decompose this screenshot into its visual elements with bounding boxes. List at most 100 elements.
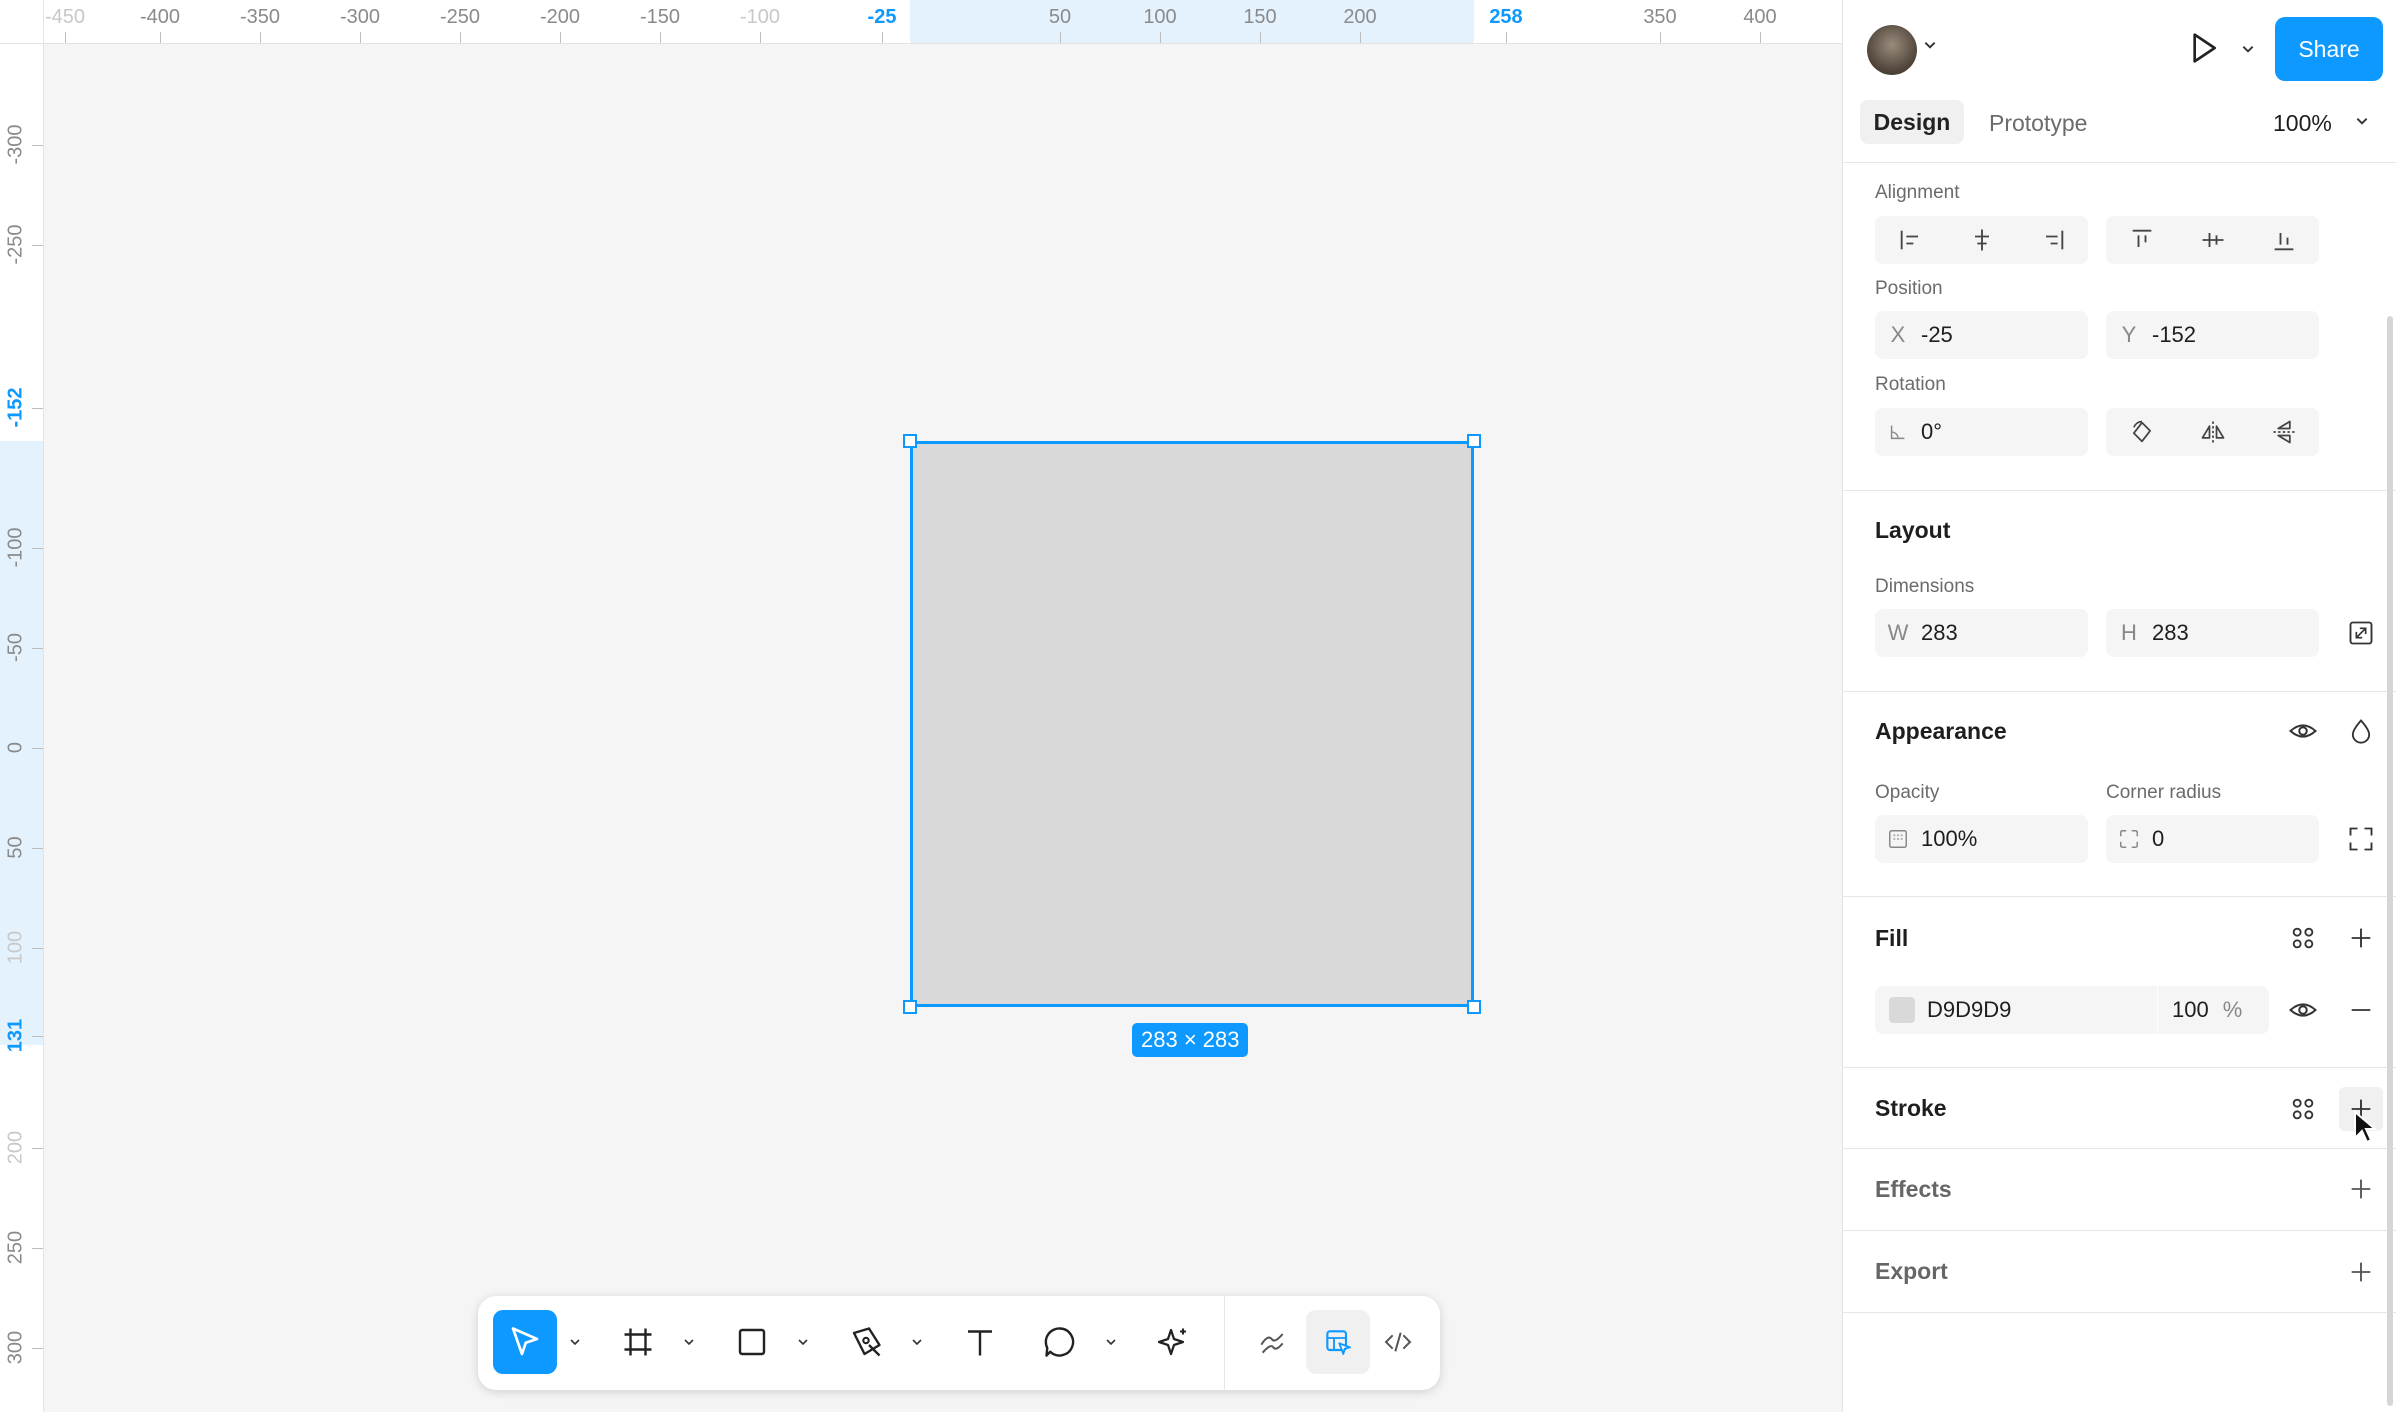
constrain-proportions-button[interactable] bbox=[2341, 613, 2381, 653]
blend-mode-button[interactable] bbox=[2341, 711, 2381, 751]
design-mode-icon bbox=[1326, 1330, 1351, 1355]
avatar[interactable] bbox=[1867, 25, 1917, 75]
export-title[interactable]: Export bbox=[1875, 1258, 1948, 1285]
panel-scrollbar[interactable] bbox=[2387, 316, 2393, 1406]
corner-radius-field[interactable]: 0 bbox=[2106, 815, 2319, 863]
effects-title[interactable]: Effects bbox=[1875, 1176, 1952, 1203]
move-tool-caret[interactable] bbox=[566, 1330, 584, 1354]
add-fill-button[interactable] bbox=[2341, 918, 2381, 958]
ai-actions-tool-button[interactable] bbox=[1142, 1310, 1206, 1374]
ruler-top-label: 400 bbox=[1743, 6, 1777, 28]
chevron-down-icon bbox=[912, 1339, 922, 1346]
ruler-top-tick bbox=[660, 32, 661, 43]
mouse-cursor-icon bbox=[2353, 1110, 2379, 1144]
fill-styles-button[interactable] bbox=[2283, 918, 2323, 958]
fill-field-divider bbox=[2157, 986, 2158, 1034]
align-top-button[interactable] bbox=[2106, 216, 2177, 264]
present-button[interactable] bbox=[2183, 28, 2223, 68]
zoom-menu-caret[interactable] bbox=[2355, 116, 2369, 126]
resize-to-fit-icon bbox=[2349, 621, 2373, 645]
ruler-top-label: -25 bbox=[867, 6, 897, 28]
stroke-styles-button[interactable] bbox=[2283, 1089, 2323, 1129]
rotate-90-button[interactable] bbox=[2106, 408, 2177, 456]
align-right-button[interactable] bbox=[2017, 216, 2088, 264]
height-field[interactable]: H 283 bbox=[2106, 609, 2319, 657]
draw-mode-button[interactable] bbox=[1240, 1310, 1304, 1374]
comment-tool-caret[interactable] bbox=[1102, 1330, 1120, 1354]
canvas[interactable]: -450 -400 -350 -300 -250 -200 -150 -100 -25 50 100… bbox=[0, 0, 1842, 1412]
add-export-button[interactable] bbox=[2341, 1252, 2381, 1292]
ruler-left-tick bbox=[32, 1036, 43, 1037]
frame-tool-caret[interactable] bbox=[680, 1330, 698, 1354]
ruler-left-label: -152 bbox=[4, 387, 27, 428]
pen-tool-caret[interactable] bbox=[908, 1330, 926, 1354]
tab-design[interactable]: Design bbox=[1860, 100, 1964, 144]
frame-tool-button[interactable] bbox=[606, 1310, 670, 1374]
flip-vertical-button[interactable] bbox=[2248, 408, 2319, 456]
resize-handle-bottom-right[interactable] bbox=[1467, 1000, 1481, 1014]
remove-fill-button[interactable] bbox=[2341, 990, 2381, 1030]
resize-handle-top-right[interactable] bbox=[1467, 434, 1481, 448]
ruler-top-label: -200 bbox=[539, 6, 581, 28]
opacity-icon bbox=[1875, 828, 1921, 850]
ruler-left-tick bbox=[32, 1348, 43, 1349]
ruler-left-label: -300 bbox=[4, 124, 27, 165]
ruler-left-tick bbox=[32, 245, 43, 246]
fill-color-field[interactable]: D9D9D9 100 % bbox=[1875, 986, 2269, 1034]
corner-radius-value: 0 bbox=[2152, 826, 2165, 851]
rectangle-tool-caret[interactable] bbox=[794, 1330, 812, 1354]
comment-tool-button[interactable] bbox=[1028, 1310, 1092, 1374]
fill-visibility-button[interactable] bbox=[2283, 990, 2323, 1030]
avatar-menu-caret[interactable] bbox=[1923, 40, 1937, 50]
horizontal-align-group bbox=[1875, 216, 2088, 264]
visibility-toggle-button[interactable] bbox=[2283, 711, 2323, 751]
resize-handle-top-left[interactable] bbox=[903, 434, 917, 448]
position-x-field[interactable]: X -25 bbox=[1875, 311, 2088, 359]
x-value: -25 bbox=[1921, 322, 1953, 347]
rotation-field[interactable]: 0° bbox=[1875, 408, 2088, 456]
ruler-top-label: 258 bbox=[1489, 6, 1523, 28]
flip-horizontal-button[interactable] bbox=[2177, 408, 2248, 456]
independent-corners-button[interactable] bbox=[2341, 819, 2381, 859]
ruler-top-tick bbox=[882, 32, 883, 43]
x-label: X bbox=[1890, 322, 1906, 347]
ruler-top-tick bbox=[1260, 32, 1261, 43]
fill-opacity-value[interactable]: 100 bbox=[2172, 997, 2209, 1023]
share-button[interactable]: Share bbox=[2275, 17, 2383, 81]
chevron-down-icon bbox=[1106, 1339, 1116, 1346]
align-vertical-center-button[interactable] bbox=[2177, 216, 2248, 264]
present-options-caret[interactable] bbox=[2241, 44, 2255, 54]
zoom-level[interactable]: 100% bbox=[2273, 110, 2332, 137]
ruler-top-tick bbox=[1760, 32, 1761, 43]
toolbar-divider bbox=[1224, 1296, 1225, 1390]
fill-hex-value[interactable]: D9D9D9 bbox=[1927, 997, 2157, 1023]
pen-tool-button[interactable] bbox=[834, 1310, 898, 1374]
align-horizontal-center-button[interactable] bbox=[1946, 216, 2017, 264]
move-tool-button[interactable] bbox=[493, 1310, 557, 1374]
fill-swatch[interactable] bbox=[1889, 997, 1915, 1023]
design-mode-button[interactable] bbox=[1306, 1310, 1370, 1374]
bottom-toolbar bbox=[478, 1296, 1440, 1390]
position-y-field[interactable]: Y -152 bbox=[2106, 311, 2319, 359]
add-effect-button[interactable] bbox=[2341, 1169, 2381, 1209]
align-bottom-button[interactable] bbox=[2248, 216, 2319, 264]
rotation-value: 0° bbox=[1921, 419, 1943, 444]
ruler-left-label: -50 bbox=[4, 633, 27, 662]
ruler-top-tick bbox=[1160, 32, 1161, 43]
opacity-field[interactable]: 100% bbox=[1875, 815, 2088, 863]
resize-handle-bottom-left[interactable] bbox=[903, 1000, 917, 1014]
dev-mode-button[interactable] bbox=[1366, 1310, 1430, 1374]
rectangle-tool-button[interactable] bbox=[720, 1310, 784, 1374]
size-badge: 283 × 283 bbox=[1132, 1023, 1249, 1057]
text-tool-button[interactable] bbox=[948, 1310, 1012, 1374]
ruler-left: -300 -250 -152 -100 -50 0 50 100 131 200 250 300 bbox=[0, 43, 44, 1412]
styles-grid-icon bbox=[2292, 927, 2314, 949]
align-left-button[interactable] bbox=[1875, 216, 1946, 264]
selected-rectangle[interactable] bbox=[910, 441, 1474, 1007]
ruler-top-tick bbox=[360, 32, 361, 43]
position-label: Position bbox=[1875, 278, 1943, 299]
width-field[interactable]: W 283 bbox=[1875, 609, 2088, 657]
tab-prototype[interactable]: Prototype bbox=[1989, 110, 2087, 137]
y-value: -152 bbox=[2152, 322, 2197, 347]
rectangle-icon bbox=[738, 1328, 766, 1356]
